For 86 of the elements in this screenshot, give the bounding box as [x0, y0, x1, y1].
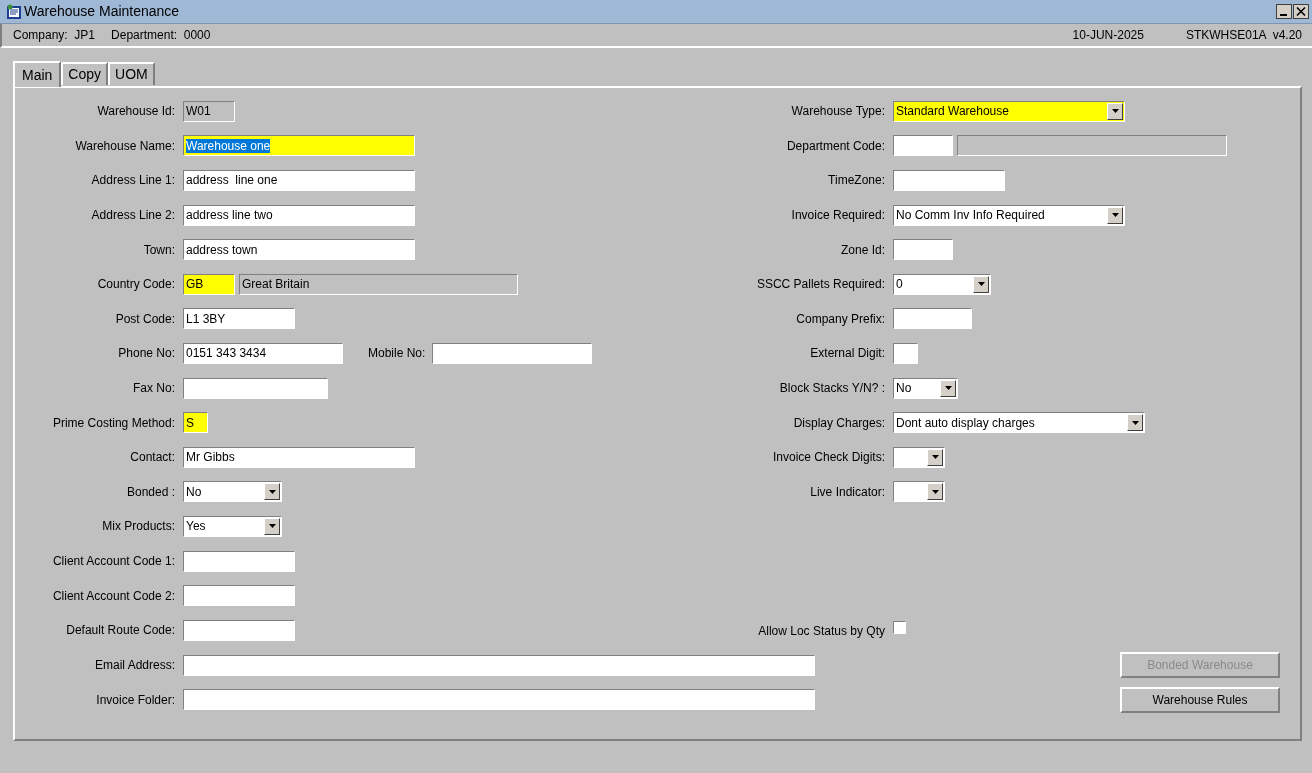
field-label: Invoice Check Digits: [771, 449, 885, 467]
field-label: Invoice Required: [790, 207, 885, 225]
caret-icon[interactable] [1131, 420, 1139, 425]
dropdown[interactable] [893, 481, 945, 503]
field-label: Warehouse Name: [74, 137, 175, 155]
input-field[interactable]: address line two [183, 204, 415, 226]
field-label: Company Prefix: [795, 310, 885, 328]
input-field[interactable]: Warehouse one [183, 135, 415, 157]
field-label: Department Code: [785, 137, 885, 155]
input-field[interactable]: L1 3BY [183, 308, 295, 330]
input-field[interactable]: GB [183, 273, 235, 295]
close-icon[interactable] [1293, 4, 1309, 19]
minimize-icon[interactable] [1276, 4, 1292, 19]
input-field[interactable] [893, 170, 1005, 191]
input-field[interactable] [893, 239, 953, 261]
date-text: 10-JUN-2025 [1072, 27, 1144, 44]
field-label: Warehouse Type: [790, 103, 885, 121]
display-field: Great Britain [239, 273, 518, 295]
dropdown[interactable]: No [183, 481, 282, 503]
button[interactable]: Warehouse Rules [1120, 686, 1280, 713]
tab[interactable]: Main [13, 61, 62, 87]
checkbox[interactable] [893, 621, 906, 635]
input-field[interactable] [893, 342, 918, 364]
caret-icon[interactable] [1111, 109, 1119, 114]
caret-icon[interactable] [268, 524, 276, 529]
dropdown[interactable]: 0 [893, 273, 991, 295]
field-label: SSCC Pallets Required: [755, 276, 885, 294]
caret-icon[interactable] [1111, 213, 1119, 218]
field-label: Default Route Code: [65, 622, 175, 640]
field-label: Address Line 1: [90, 172, 175, 190]
input-field[interactable]: 0151 343 3434 [183, 342, 343, 364]
field-label: Address Line 2: [90, 207, 175, 225]
caret-icon[interactable] [268, 489, 276, 494]
input-field[interactable] [183, 550, 295, 572]
dropdown[interactable]: No [893, 377, 958, 399]
dropdown[interactable]: Dont auto display charges [893, 412, 1145, 434]
field-label: Mobile No: [368, 345, 426, 363]
field-label: Post Code: [114, 310, 175, 328]
field-label: TimeZone: [827, 172, 885, 190]
input-field[interactable] [183, 377, 328, 399]
input-field[interactable] [183, 654, 815, 676]
field-label: Client Account Code 1: [51, 553, 175, 570]
input-field[interactable]: address line one [183, 170, 415, 191]
caret-icon[interactable] [944, 386, 952, 391]
dropdown[interactable]: Yes [183, 515, 282, 537]
input-field[interactable] [183, 585, 295, 607]
program-version-text: STKWHSE01A v4.20 [1185, 27, 1302, 44]
field-label: Invoice Folder: [95, 691, 175, 709]
field-label: Zone Id: [839, 241, 885, 259]
field-label: External Digit: [809, 345, 885, 363]
window-title: Warehouse Maintenance [24, 2, 180, 21]
tab[interactable]: UOM [108, 62, 155, 85]
field-label: Live Indicator: [809, 483, 885, 501]
field-label: Warehouse Id: [96, 103, 175, 121]
field-label: Country Code: [96, 276, 175, 294]
input-field[interactable] [183, 619, 295, 641]
field-label: Mix Products: [101, 518, 175, 536]
checkbox-label: Allow Loc Status by Qty [757, 622, 885, 640]
field-label: Display Charges: [792, 414, 885, 432]
tab[interactable]: Copy [61, 62, 109, 85]
input-field[interactable]: address town [183, 239, 415, 261]
input-field[interactable]: Mr Gibbs [183, 446, 415, 468]
caret-icon[interactable] [931, 455, 939, 460]
field-label: Contact: [129, 449, 175, 467]
field-label: Fax No: [132, 380, 175, 398]
app-icon [6, 3, 22, 20]
field-label: Town: [142, 241, 175, 259]
dropdown[interactable]: No Comm Inv Info Required [893, 204, 1125, 226]
input-field[interactable]: S [183, 412, 208, 434]
department-text: Department: 0000 [111, 27, 211, 44]
input-field[interactable] [893, 308, 972, 330]
company-text: Company: JP1 [13, 27, 96, 44]
input-field[interactable] [432, 342, 593, 364]
caret-icon[interactable] [931, 489, 939, 494]
caret-icon[interactable] [977, 282, 985, 287]
field-label: Prime Costing Method: [51, 414, 175, 432]
field-label: Block Stacks Y/N? : [778, 380, 885, 398]
dropdown[interactable]: Standard Warehouse [893, 100, 1125, 122]
display-field: W01 [183, 100, 235, 122]
field-label: Client Account Code 2: [51, 587, 175, 605]
input-field[interactable] [893, 135, 953, 157]
field-label: Phone No: [117, 345, 175, 363]
input-field[interactable] [183, 689, 815, 711]
field-label: Bonded : [125, 483, 175, 501]
dropdown[interactable] [893, 446, 945, 468]
field-label: Email Address: [93, 657, 175, 675]
